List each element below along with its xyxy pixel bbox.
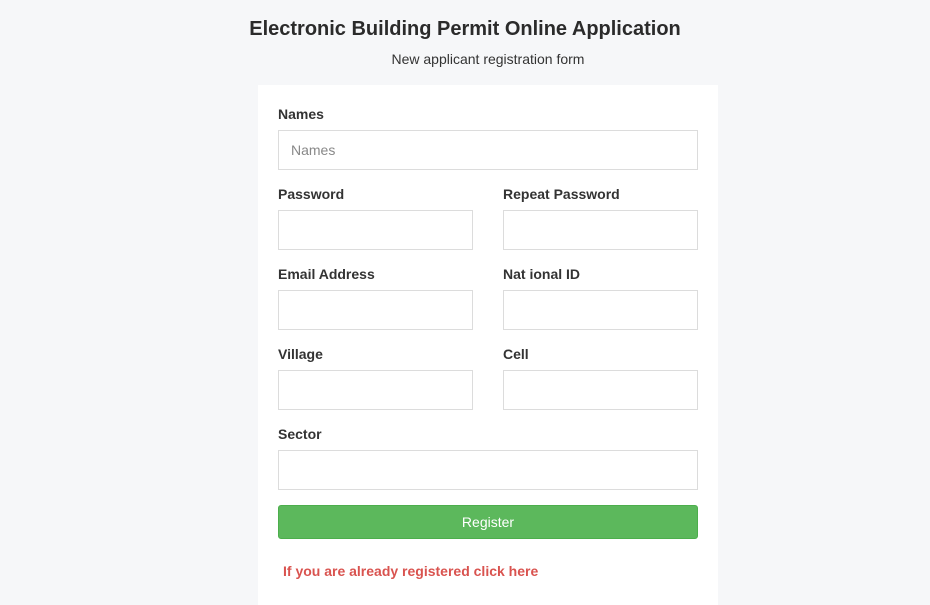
email-input[interactable] (278, 290, 473, 330)
national-id-input[interactable] (503, 290, 698, 330)
village-input[interactable] (278, 370, 473, 410)
page-title: Electronic Building Permit Online Applic… (249, 18, 681, 40)
page-subtitle: New applicant registration form (391, 51, 585, 67)
national-id-label: Nat ional ID (503, 266, 581, 282)
register-button[interactable]: Register (278, 505, 698, 539)
cell-input[interactable] (503, 370, 698, 410)
names-label: Names (278, 106, 324, 122)
email-label: Email Address (278, 266, 375, 282)
repeat-password-label: Repeat Password (503, 186, 620, 202)
password-label: Password (278, 186, 345, 202)
sector-input[interactable] (278, 450, 698, 490)
password-input[interactable] (278, 210, 473, 250)
village-label: Village (278, 346, 323, 362)
repeat-password-input[interactable] (503, 210, 698, 250)
cell-label: Cell (503, 346, 529, 362)
login-link[interactable]: If you are already registered click here (283, 562, 538, 580)
names-input[interactable] (278, 130, 698, 170)
sector-label: Sector (278, 426, 322, 442)
registration-form: Names Password Repeat Password Email Add… (258, 85, 718, 605)
